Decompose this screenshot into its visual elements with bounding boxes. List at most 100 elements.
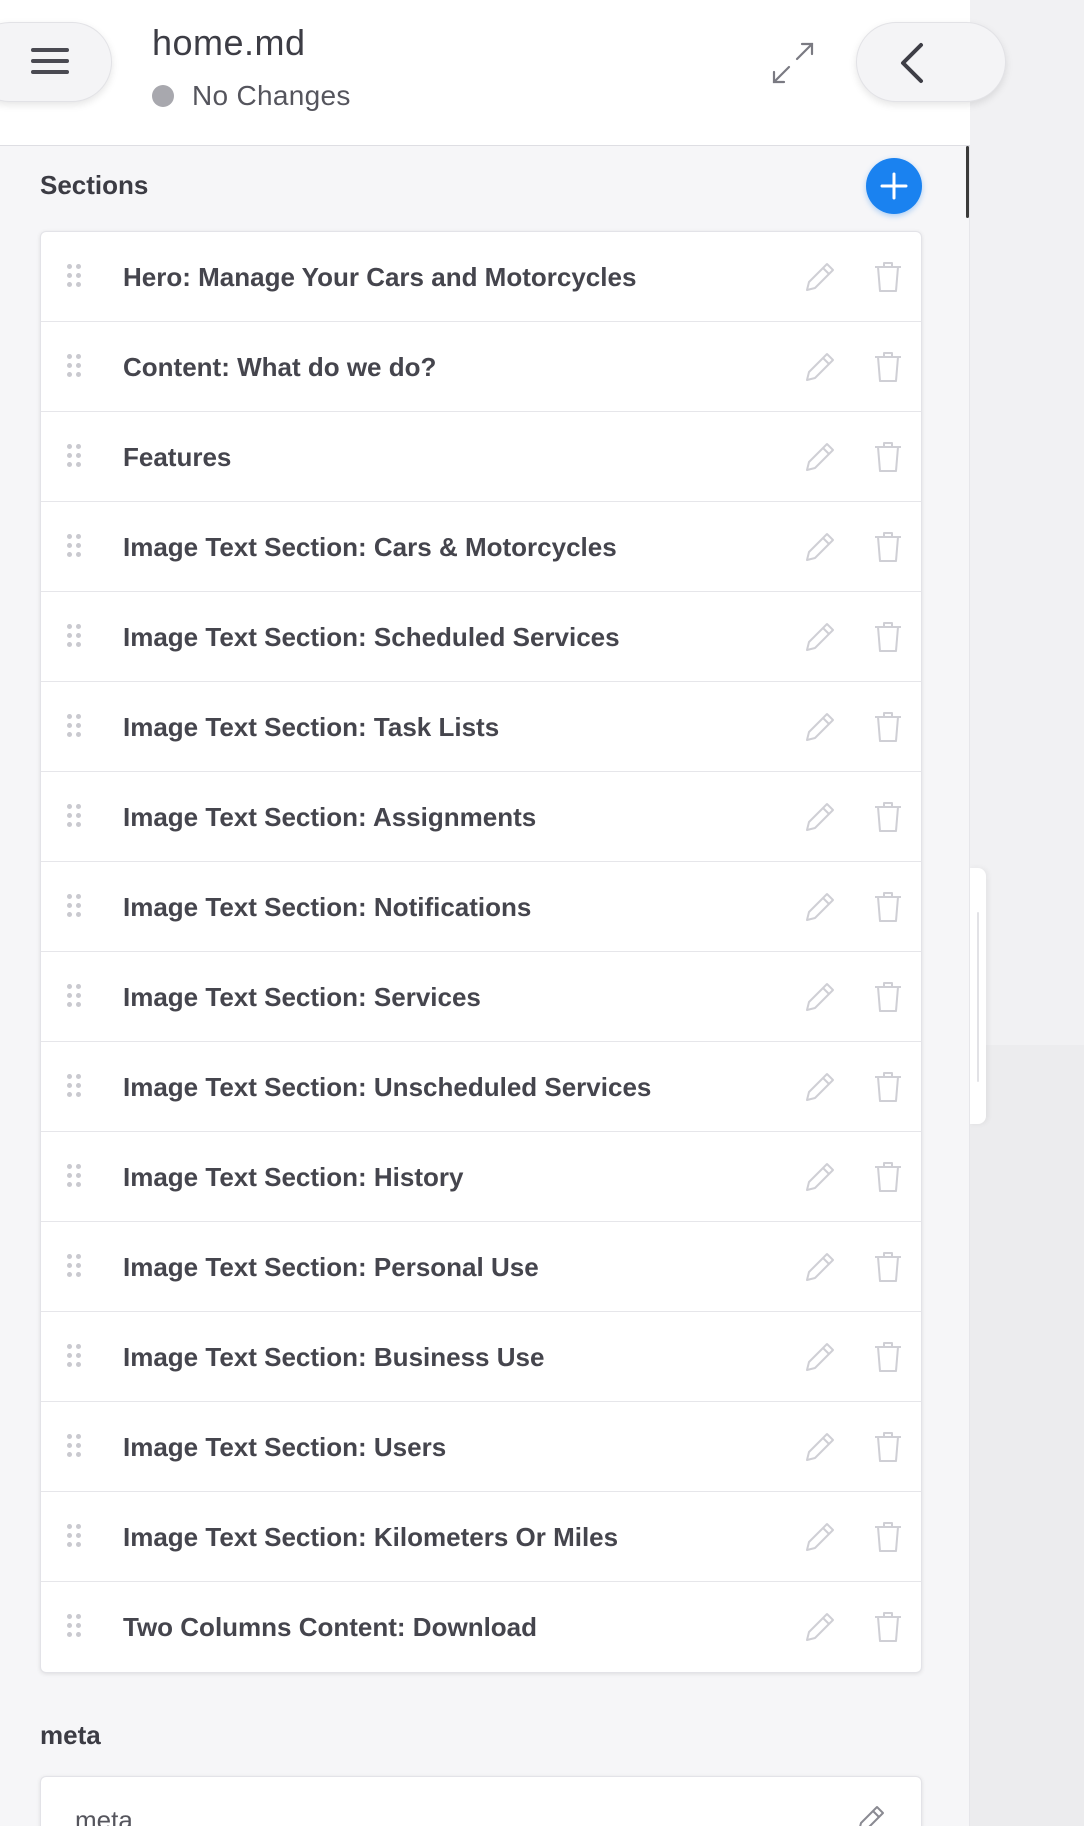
section-row-label: Image Text Section: Cars & Motorcycles — [123, 532, 617, 562]
trash-icon[interactable] — [873, 1250, 903, 1284]
section-row[interactable]: Image Text Section: Users — [41, 1402, 921, 1492]
pencil-icon[interactable] — [853, 1803, 887, 1826]
trash-icon[interactable] — [873, 1610, 903, 1644]
pencil-icon[interactable] — [803, 1070, 837, 1104]
backdrop-lower — [970, 1045, 1084, 1826]
trash-icon[interactable] — [873, 260, 903, 294]
status-dot — [152, 85, 174, 107]
pencil-icon[interactable] — [803, 530, 837, 564]
drag-handle-icon[interactable] — [67, 1074, 81, 1098]
app: home.md No Changes Sections Hero: Manage… — [0, 0, 1084, 1826]
trash-icon[interactable] — [873, 890, 903, 924]
drag-handle-icon[interactable] — [67, 984, 81, 1008]
section-row[interactable]: Image Text Section: Task Lists — [41, 682, 921, 772]
trash-icon[interactable] — [873, 440, 903, 474]
hamburger-menu-icon — [31, 48, 69, 76]
expand-arrows-icon[interactable] — [768, 38, 818, 88]
section-row[interactable]: Content: What do we do? — [41, 322, 921, 412]
pencil-icon[interactable] — [803, 710, 837, 744]
pencil-icon[interactable] — [803, 1160, 837, 1194]
plus-icon — [880, 172, 908, 200]
scrollbar[interactable] — [966, 146, 969, 218]
drag-handle-icon[interactable] — [67, 894, 81, 918]
drag-handle-icon[interactable] — [67, 1524, 81, 1548]
add-section-button[interactable] — [866, 158, 922, 214]
pencil-icon[interactable] — [803, 1610, 837, 1644]
section-row-label: Image Text Section: Assignments — [123, 802, 537, 832]
drag-handle-icon[interactable] — [67, 1344, 81, 1368]
pencil-icon[interactable] — [803, 440, 837, 474]
section-row[interactable]: Image Text Section: Notifications — [41, 862, 921, 952]
pencil-icon[interactable] — [803, 1250, 837, 1284]
section-row-label: Features — [123, 442, 232, 472]
meta-card-label: meta — [75, 1805, 133, 1826]
trash-icon[interactable] — [873, 710, 903, 744]
pencil-icon[interactable] — [803, 980, 837, 1014]
drag-handle-icon[interactable] — [67, 264, 81, 288]
pencil-icon[interactable] — [803, 1430, 837, 1464]
meta-heading: meta — [40, 1720, 101, 1750]
panel-header: home.md No Changes — [0, 0, 1006, 146]
trash-icon[interactable] — [873, 530, 903, 564]
file-title: home.md — [152, 22, 306, 63]
section-row-label: Image Text Section: History — [123, 1162, 464, 1192]
trash-icon[interactable] — [873, 800, 903, 834]
drag-handle-icon[interactable] — [67, 1434, 81, 1458]
drag-handle-icon[interactable] — [67, 534, 81, 558]
section-row[interactable]: Image Text Section: History — [41, 1132, 921, 1222]
section-row-label: Image Text Section: Kilometers Or Miles — [123, 1522, 619, 1552]
trash-icon[interactable] — [873, 1430, 903, 1464]
pencil-icon[interactable] — [803, 1340, 837, 1374]
section-row-label: Hero: Manage Your Cars and Motorcycles — [123, 262, 637, 292]
section-row-label: Content: What do we do? — [123, 352, 437, 382]
drag-handle-icon[interactable] — [67, 1164, 81, 1188]
section-row[interactable]: Two Columns Content: Download — [41, 1582, 921, 1672]
drag-handle-icon[interactable] — [67, 1254, 81, 1278]
section-row[interactable]: Features — [41, 412, 921, 502]
drag-handle-icon[interactable] — [67, 624, 81, 648]
trash-icon[interactable] — [873, 1070, 903, 1104]
section-row-label: Image Text Section: Personal Use — [123, 1252, 539, 1282]
section-row[interactable]: Image Text Section: Cars & Motorcycles — [41, 502, 921, 592]
pencil-icon[interactable] — [803, 1520, 837, 1554]
section-row[interactable]: Image Text Section: Assignments — [41, 772, 921, 862]
section-row[interactable]: Image Text Section: Personal Use — [41, 1222, 921, 1312]
drag-handle-icon[interactable] — [67, 804, 81, 828]
sections-list: Hero: Manage Your Cars and Motorcycles C… — [40, 231, 922, 1673]
section-row[interactable]: Image Text Section: Services — [41, 952, 921, 1042]
drag-handle-icon[interactable] — [67, 1614, 81, 1638]
section-row[interactable]: Image Text Section: Scheduled Services — [41, 592, 921, 682]
pencil-icon[interactable] — [803, 800, 837, 834]
trash-icon[interactable] — [873, 350, 903, 384]
section-row[interactable]: Image Text Section: Kilometers Or Miles — [41, 1492, 921, 1582]
pencil-icon[interactable] — [803, 620, 837, 654]
section-row-label: Image Text Section: Task Lists — [123, 712, 500, 742]
drag-handle-icon[interactable] — [67, 444, 81, 468]
drag-handle-icon[interactable] — [67, 354, 81, 378]
section-row-label: Two Columns Content: Download — [123, 1612, 538, 1642]
section-row-label: Image Text Section: Users — [123, 1432, 447, 1462]
section-row[interactable]: Image Text Section: Business Use — [41, 1312, 921, 1402]
trash-icon[interactable] — [873, 980, 903, 1014]
trash-icon[interactable] — [873, 1340, 903, 1374]
status-text: No Changes — [192, 80, 351, 111]
section-row-label: Image Text Section: Scheduled Services — [123, 622, 620, 652]
section-row-label: Image Text Section: Services — [123, 982, 481, 1012]
pencil-icon[interactable] — [803, 260, 837, 294]
sections-heading: Sections — [40, 170, 149, 200]
meta-card[interactable]: meta — [40, 1776, 922, 1826]
trash-icon[interactable] — [873, 1160, 903, 1194]
trash-icon[interactable] — [873, 1520, 903, 1554]
trash-icon[interactable] — [873, 620, 903, 654]
section-row[interactable]: Image Text Section: Unscheduled Services — [41, 1042, 921, 1132]
chevron-left-icon — [897, 41, 927, 85]
editor-panel: home.md No Changes Sections Hero: Manage… — [0, 0, 1006, 1826]
menu-button[interactable] — [0, 22, 112, 102]
pencil-icon[interactable] — [803, 350, 837, 384]
section-row-label: Image Text Section: Business Use — [123, 1342, 545, 1372]
back-button[interactable] — [856, 22, 1006, 102]
side-resize-grip[interactable] — [977, 912, 979, 1082]
pencil-icon[interactable] — [803, 890, 837, 924]
section-row[interactable]: Hero: Manage Your Cars and Motorcycles — [41, 232, 921, 322]
drag-handle-icon[interactable] — [67, 714, 81, 738]
